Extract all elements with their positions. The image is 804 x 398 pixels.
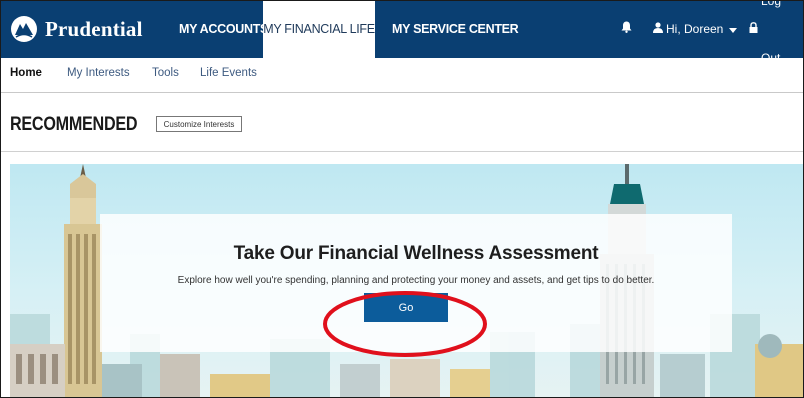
hero-banner: Take Our Financial Wellness Assessment E… [10,164,803,397]
caret-down-icon [729,1,738,58]
divider [1,151,803,152]
logout-link[interactable]: Log Out [749,1,803,65]
subnav-tools[interactable]: Tools [152,58,179,88]
sub-navigation: Home My Interests Tools Life Events [1,58,803,93]
user-menu[interactable]: Hi, Doreen [653,1,738,58]
tab-my-service-center[interactable]: MY SERVICE CENTER [392,1,519,58]
tab-my-accounts[interactable]: MY ACCOUNTS [179,1,268,58]
subnav-life-events[interactable]: Life Events [200,58,257,88]
notifications-button[interactable] [621,1,632,58]
assessment-description: Explore how well you're spending, planni… [177,275,655,286]
brand-name: Prudential [45,16,143,41]
left-skyscraper [64,164,102,397]
prudential-rock-logo-icon [11,16,37,42]
prudential-logo[interactable]: Prudential [11,13,143,45]
user-greeting: Hi, Doreen [666,22,724,36]
assessment-title: Take Our Financial Wellness Assessment [233,243,599,264]
subnav-my-interests[interactable]: My Interests [67,58,130,88]
customize-interests-button[interactable]: Customize Interests [156,116,242,132]
user-icon [653,1,663,58]
bell-icon [621,1,632,58]
page-frame: Prudential MY ACCOUNTS MY FINANCIAL LIFE… [0,0,804,398]
section-title: RECOMMENDED [10,114,138,135]
subnav-home[interactable]: Home [10,58,42,88]
tab-my-financial-life[interactable]: MY FINANCIAL LIFE [263,1,375,58]
top-navigation-bar: Prudential MY ACCOUNTS MY FINANCIAL LIFE… [1,1,803,65]
highlight-ellipse [323,291,487,357]
lock-icon [749,1,758,58]
